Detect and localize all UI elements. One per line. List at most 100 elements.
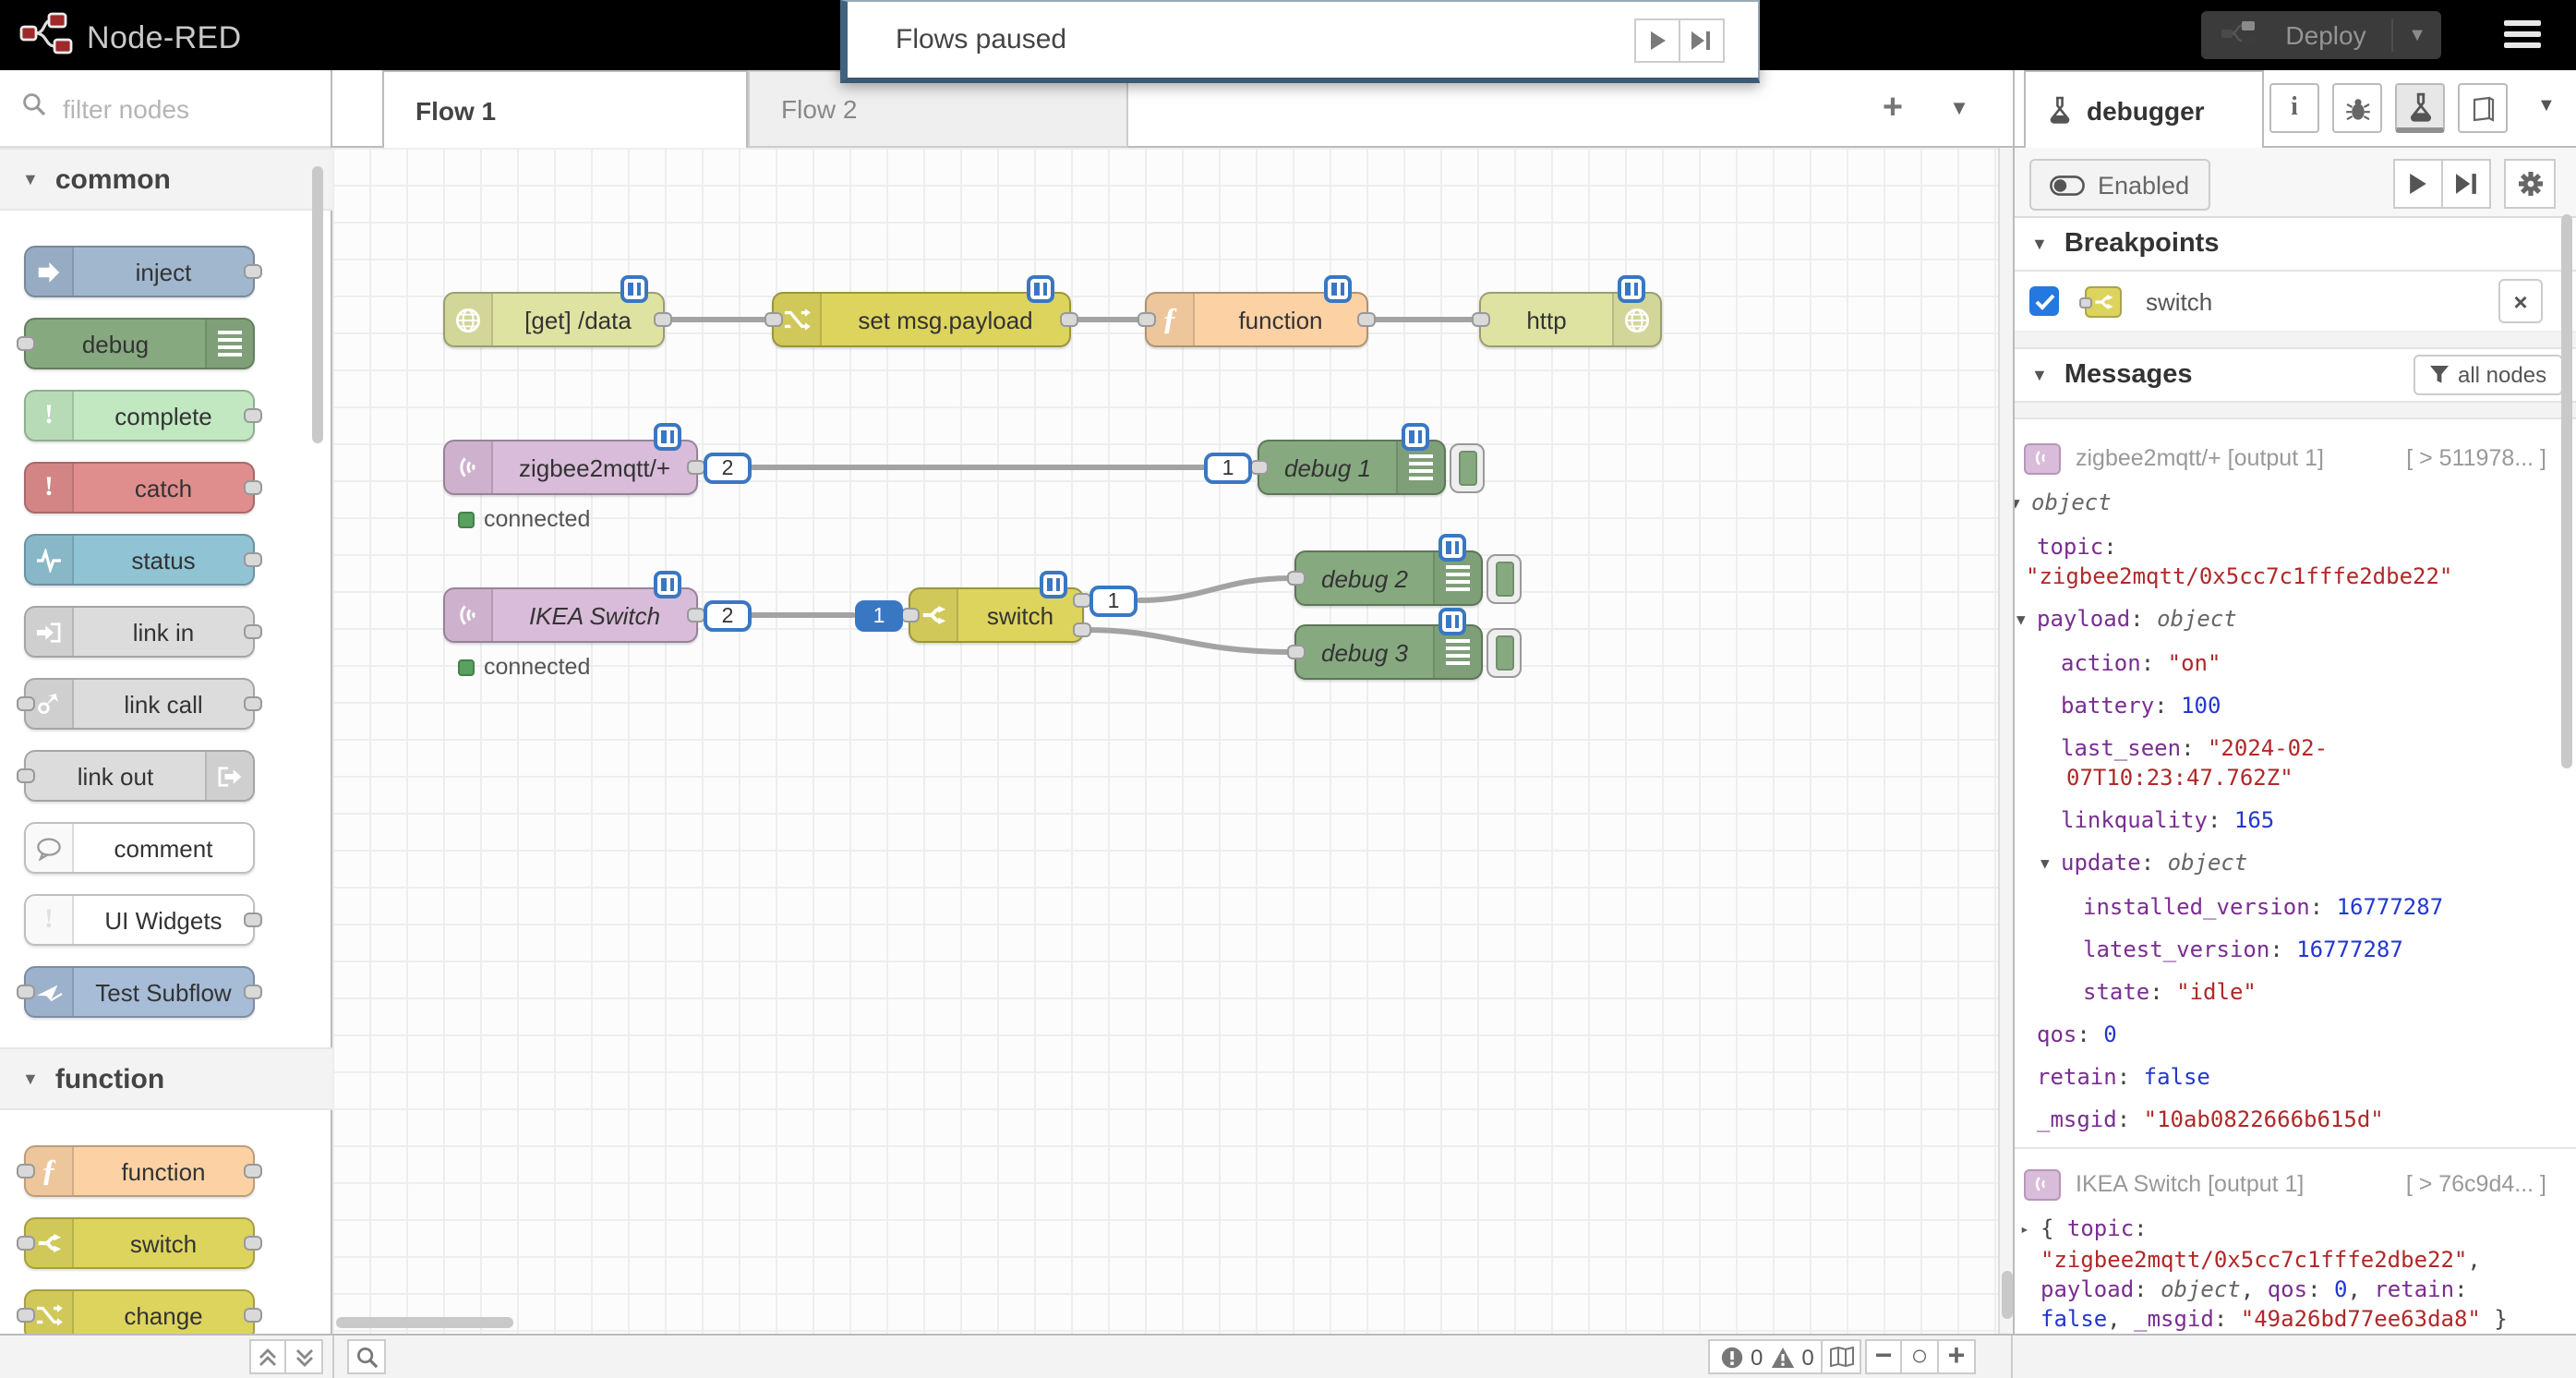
- input-count-badge[interactable]: 1: [1204, 453, 1252, 484]
- palette-filter-input[interactable]: [59, 91, 288, 125]
- debug-messages-tab-button[interactable]: [2332, 83, 2382, 133]
- debugger-settings-button[interactable]: [2504, 159, 2556, 209]
- step-message-button[interactable]: [1680, 18, 1725, 62]
- sidebar-menu-caret-icon[interactable]: ▼: [2537, 96, 2556, 116]
- output-port[interactable]: [244, 1308, 262, 1323]
- flow-node-zigbee2mqtt/+[interactable]: zigbee2mqtt/+2: [443, 440, 698, 495]
- json-tree-entry[interactable]: _msgid: "10ab0822666b615d": [2015, 1105, 2576, 1134]
- collapse-palette-categories-button[interactable]: [249, 1339, 286, 1374]
- debugger-enabled-toggle[interactable]: Enabled: [2029, 159, 2209, 211]
- pause-breakpoint-badge[interactable]: [1402, 423, 1429, 451]
- canvas-search-button[interactable]: [347, 1339, 386, 1374]
- output-port[interactable]: [687, 460, 705, 475]
- sidebar-scrollbar[interactable]: [2561, 214, 2572, 768]
- wire[interactable]: [1088, 630, 1291, 652]
- deploy-button[interactable]: Deploy ▼: [2201, 11, 2441, 59]
- json-tree-entry[interactable]: battery: 100: [2015, 691, 2576, 720]
- json-tree-entry[interactable]: state: "idle": [2015, 977, 2576, 1007]
- input-port[interactable]: [17, 1236, 35, 1251]
- output-port[interactable]: [687, 608, 705, 623]
- expand-caret-icon[interactable]: ▸: [2020, 1215, 2040, 1245]
- output-port[interactable]: [244, 1164, 262, 1179]
- flow-canvas[interactable]: [get] /dataset msg.payloadƒfunctionhttpc…: [332, 148, 1998, 1334]
- output-port[interactable]: [1060, 312, 1078, 327]
- menu-button[interactable]: [2504, 20, 2541, 54]
- json-tree-entry[interactable]: installed_version: 16777287: [2015, 892, 2576, 922]
- debug-toggle-button[interactable]: [1487, 628, 1522, 678]
- message-id-link[interactable]: [ > 76c9d4... ]: [2406, 1171, 2546, 1197]
- tab-debugger[interactable]: debugger: [2024, 70, 2264, 148]
- output-count-badge[interactable]: 2: [704, 600, 752, 632]
- pause-breakpoint-badge[interactable]: [1438, 608, 1466, 635]
- output-count-badge[interactable]: 1: [1089, 586, 1138, 617]
- debug-toggle-button[interactable]: [1487, 554, 1522, 604]
- navigator-button[interactable]: [1821, 1339, 1861, 1374]
- palette-node-change[interactable]: change: [24, 1289, 255, 1334]
- pause-breakpoint-badge[interactable]: [1324, 275, 1352, 303]
- input-port[interactable]: [17, 768, 35, 783]
- palette-node-debug[interactable]: debug: [24, 318, 255, 369]
- flow-list-caret-icon[interactable]: ▼: [1935, 85, 1983, 133]
- output-port[interactable]: [244, 408, 262, 423]
- input-port[interactable]: [1287, 645, 1306, 659]
- input-port[interactable]: [17, 336, 35, 351]
- debugger-tab-button[interactable]: [2395, 83, 2445, 133]
- messages-section-header[interactable]: ▼ Messages all nodes: [2015, 349, 2576, 403]
- pause-breakpoint-badge[interactable]: [1040, 571, 1067, 598]
- output-port[interactable]: [1357, 312, 1376, 327]
- input-port[interactable]: [17, 1308, 35, 1323]
- help-tab-button[interactable]: [2458, 83, 2508, 133]
- input-port[interactable]: [1138, 312, 1156, 327]
- output-port[interactable]: [654, 312, 672, 327]
- input-port[interactable]: [1250, 460, 1269, 475]
- output-port[interactable]: [244, 264, 262, 279]
- palette-scrollbar[interactable]: [312, 166, 323, 443]
- palette-node-function[interactable]: ƒfunction: [24, 1145, 255, 1197]
- output-port-1[interactable]: [1073, 593, 1091, 608]
- palette-section-header-common[interactable]: ▼common: [0, 148, 332, 211]
- input-port[interactable]: [764, 312, 783, 327]
- breakpoint-checkbox[interactable]: [2029, 286, 2059, 316]
- canvas-vertical-scrollbar[interactable]: [1998, 148, 2013, 1334]
- json-tree-entry[interactable]: ▼update: object: [2015, 848, 2576, 879]
- debug-toggle-button[interactable]: [1450, 443, 1485, 493]
- input-count-badge[interactable]: 1: [855, 600, 903, 632]
- zoom-out-button[interactable]: −: [1865, 1339, 1902, 1374]
- remove-breakpoint-button[interactable]: ×: [2498, 279, 2543, 323]
- input-port[interactable]: [17, 696, 35, 711]
- flow-node-[get]-/data[interactable]: [get] /data: [443, 292, 665, 347]
- output-count-badge[interactable]: 2: [704, 453, 752, 484]
- input-port[interactable]: [1287, 571, 1306, 586]
- flow-node-debug-1[interactable]: debug 11: [1258, 440, 1446, 495]
- output-port-2[interactable]: [1073, 623, 1091, 637]
- palette-node-status[interactable]: status: [24, 534, 255, 586]
- json-tree-entry[interactable]: retain: false: [2015, 1062, 2576, 1092]
- flow-node-ikea-switch[interactable]: IKEA Switch2: [443, 587, 698, 643]
- palette-node-comment[interactable]: comment: [24, 822, 255, 874]
- expand-palette-categories-button[interactable]: [286, 1339, 323, 1374]
- json-raw-entry[interactable]: ▸{ topic:"zigbee2mqtt/0x5cc7c1fffe2dbe22…: [2015, 1214, 2576, 1334]
- palette-scroll-area[interactable]: ▼commoninjectdebug!complete!catchstatusl…: [0, 148, 332, 1334]
- output-port[interactable]: [244, 1236, 262, 1251]
- palette-section-header-function[interactable]: ▼function: [0, 1047, 332, 1110]
- breakpoints-section-header[interactable]: ▼ Breakpoints: [2015, 218, 2576, 272]
- output-port[interactable]: [244, 696, 262, 711]
- pause-breakpoint-badge[interactable]: [654, 423, 681, 451]
- zoom-in-button[interactable]: +: [1939, 1339, 1976, 1374]
- tab-flow-1[interactable]: Flow 1: [382, 70, 748, 148]
- pause-breakpoint-badge[interactable]: [1618, 275, 1645, 303]
- json-tree-entry[interactable]: topic: "zigbee2mqtt/0x5cc7c1fffe2dbe22": [2015, 532, 2576, 591]
- zoom-reset-button[interactable]: ○: [1902, 1339, 1939, 1374]
- palette-node-link-call[interactable]: link call: [24, 678, 255, 730]
- input-port[interactable]: [1472, 312, 1490, 327]
- info-tab-button[interactable]: i: [2269, 83, 2319, 133]
- palette-node-test-subflow[interactable]: Test Subflow: [24, 966, 255, 1018]
- json-tree-entry[interactable]: linkquality: 165: [2015, 805, 2576, 835]
- palette-node-switch[interactable]: switch: [24, 1217, 255, 1269]
- json-tree-entry[interactable]: action: "on": [2015, 648, 2576, 678]
- palette-node-inject[interactable]: inject: [24, 246, 255, 297]
- json-tree-entry[interactable]: ▼object: [2015, 488, 2576, 519]
- collapse-caret-icon[interactable]: ▼: [2040, 850, 2061, 879]
- json-tree-entry[interactable]: latest_version: 16777287: [2015, 935, 2576, 964]
- debugger-step-button[interactable]: [2443, 159, 2491, 209]
